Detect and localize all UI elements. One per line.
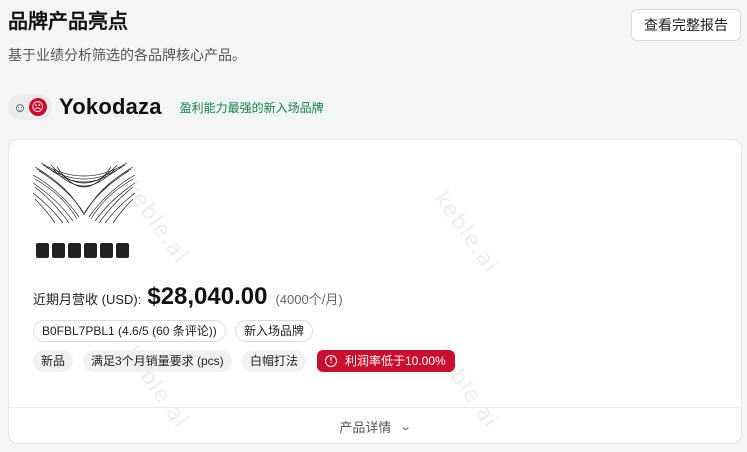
profit-margin-alert-label: 利润率低于10.00% xyxy=(345,354,446,368)
brand-logo-circle-icon: ☹ xyxy=(28,98,47,116)
revenue-row: 近期月营收 (USD): $28,040.00 (4000个/月) xyxy=(33,283,343,311)
alert-icon: ! xyxy=(325,355,337,367)
profit-margin-alert-tag: ! 利润率低于10.00% xyxy=(317,350,455,372)
brand-header: ☺ ☹ Yokodaza 盈利能力最强的新入场品牌 xyxy=(8,93,330,121)
sales-requirement-tag: 满足3个月销量要求 (pcs) xyxy=(83,350,232,372)
product-details-label: 产品详情 xyxy=(339,419,392,435)
revenue-units: (4000个/月) xyxy=(275,292,343,307)
product-card: keble.ai keble.ai keble.ai keble.ai 近期月营… xyxy=(8,139,742,444)
brand-logo: ☺ ☹ xyxy=(8,94,52,120)
whitehat-tag: 白帽打法 xyxy=(242,350,307,372)
brand-name: Yokodaza xyxy=(59,94,162,119)
asin-rating-tag: B0FBL7PBL1 (4.6/5 (60 条评论)) xyxy=(33,320,226,342)
chevron-down-icon: ⌄ xyxy=(399,420,413,433)
revenue-label: 近期月营收 (USD): xyxy=(33,292,142,307)
hair-extension-product-image xyxy=(33,163,135,263)
page-subtitle: 基于业绩分析筛选的各品牌核心产品。 xyxy=(8,47,246,63)
new-product-tag: 新品 xyxy=(33,350,74,372)
view-full-report-button[interactable]: 查看完整报告 xyxy=(631,9,741,41)
watermark: keble.ai xyxy=(428,186,503,279)
new-brand-tag: 新入场品牌 xyxy=(235,320,314,342)
brand-tag: 盈利能力最强的新入场品牌 xyxy=(173,95,330,119)
revenue-value: $28,040.00 xyxy=(147,283,268,310)
page-header: 品牌产品亮点 基于业绩分析筛选的各品牌核心产品。 查看完整报告 xyxy=(8,8,741,68)
product-details-toggle[interactable]: 产品详情 ⌄ xyxy=(9,408,741,443)
smile-face-icon: ☺ xyxy=(13,99,27,115)
